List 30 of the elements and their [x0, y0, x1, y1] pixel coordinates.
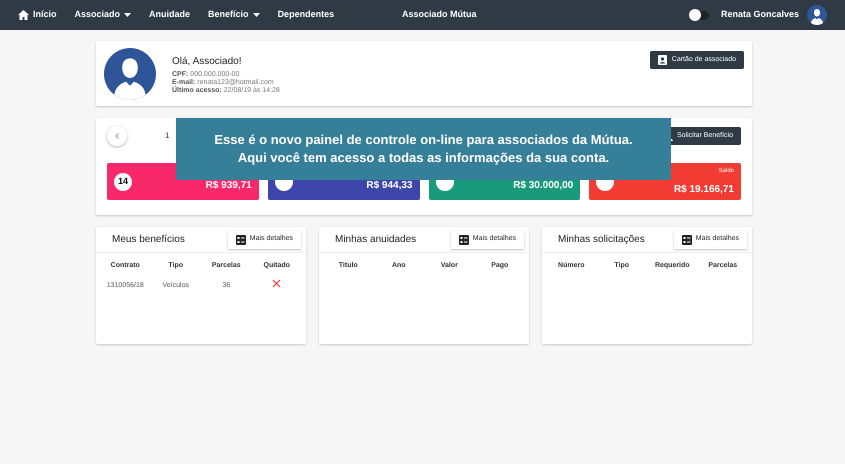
nav-link[interactable]: Início: [18, 8, 57, 22]
count-badge: 14: [114, 172, 132, 190]
profile-avatar: [104, 48, 156, 100]
panel-title: Meus benefícios: [112, 233, 185, 247]
user-avatar: [807, 5, 827, 25]
app-title: Associado Mútua: [402, 8, 477, 22]
nav-link[interactable]: Benefício: [208, 8, 260, 22]
nav-link[interactable]: Associado: [74, 8, 132, 22]
nav-link[interactable]: Dependentes: [278, 8, 334, 22]
list-icon: [236, 234, 246, 244]
nav-link[interactable]: Anuidade: [149, 8, 190, 22]
panel-title: Minhas anuidades: [335, 233, 416, 247]
greeting: Olá, Associado!: [172, 55, 242, 69]
home-icon: [18, 10, 29, 20]
tile-amount: R$ 939,71: [206, 180, 252, 192]
list-icon: [682, 234, 692, 244]
user-name: Renata Goncalves: [720, 8, 799, 22]
id-badge-icon: [658, 55, 667, 65]
caret-icon: [252, 13, 260, 17]
panel-title: Minhas solicitações: [558, 233, 645, 247]
caret-icon: [124, 13, 132, 17]
list-icon: [458, 234, 469, 244]
tile-amount: R$ 19.166,71: [674, 184, 734, 196]
banner-text: Esse é o novo painel de controle on-line para associados da Mútua.: [214, 131, 633, 149]
banner-text: Aqui você tem acesso a todas as informações da sua conta.: [238, 149, 610, 167]
chevron-left-icon: [115, 133, 119, 139]
tile-amount: R$ 30.000,00: [513, 180, 574, 192]
tile-amount: R$ 944,33: [366, 180, 412, 192]
page-number: 1: [165, 130, 170, 142]
toggle-switch[interactable]: [690, 10, 709, 20]
